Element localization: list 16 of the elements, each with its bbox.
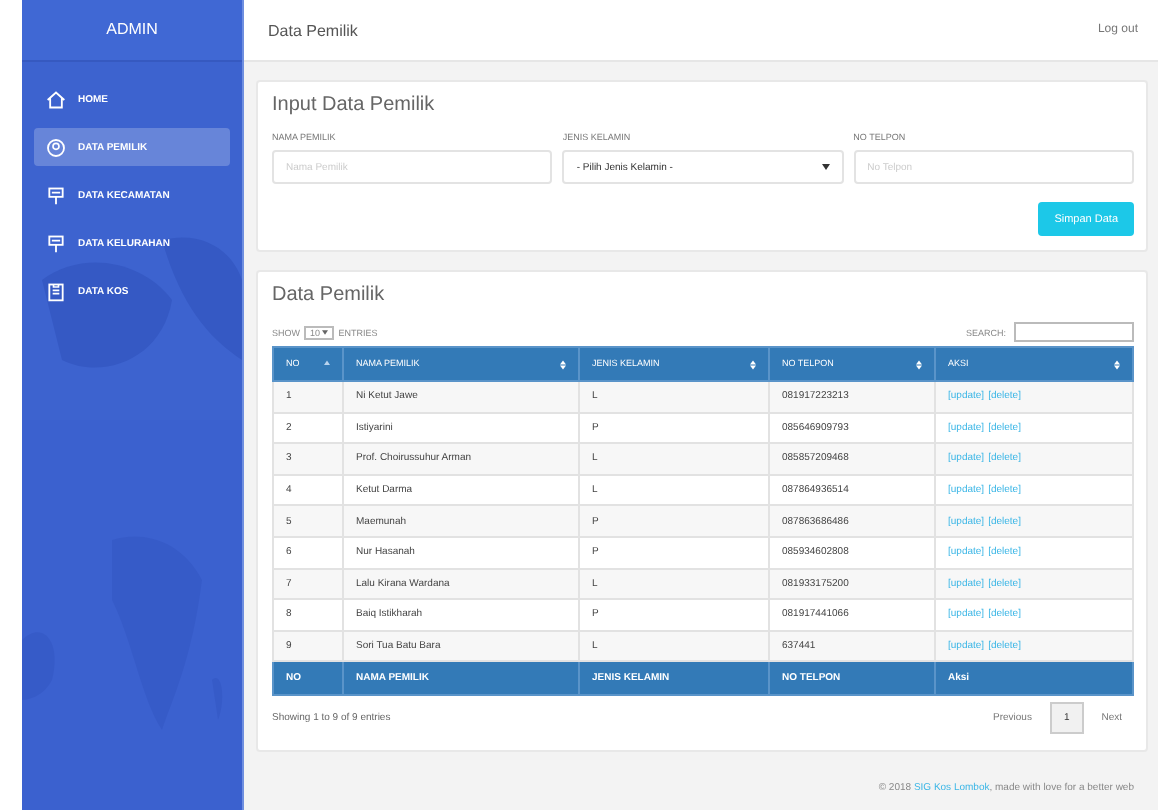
page-title: Data Pemilik bbox=[268, 21, 358, 39]
search-field[interactable] bbox=[1014, 322, 1134, 342]
card-title: Data Pemilik bbox=[272, 284, 387, 306]
home-icon bbox=[46, 89, 66, 109]
clipboard-icon bbox=[46, 281, 66, 301]
user-circle-icon bbox=[46, 137, 66, 157]
caret-icon bbox=[821, 164, 830, 170]
caret-icon bbox=[322, 330, 329, 335]
card-title: Input Data Pemilik bbox=[272, 94, 437, 116]
sidebar-title: ADMIN bbox=[22, 0, 242, 62]
signpost-icon bbox=[46, 185, 66, 205]
sort-icon bbox=[750, 360, 756, 370]
signpost-icon bbox=[46, 233, 66, 253]
sort-icon bbox=[1114, 360, 1120, 370]
sort-icon bbox=[560, 360, 566, 370]
sort-icon bbox=[916, 360, 922, 370]
